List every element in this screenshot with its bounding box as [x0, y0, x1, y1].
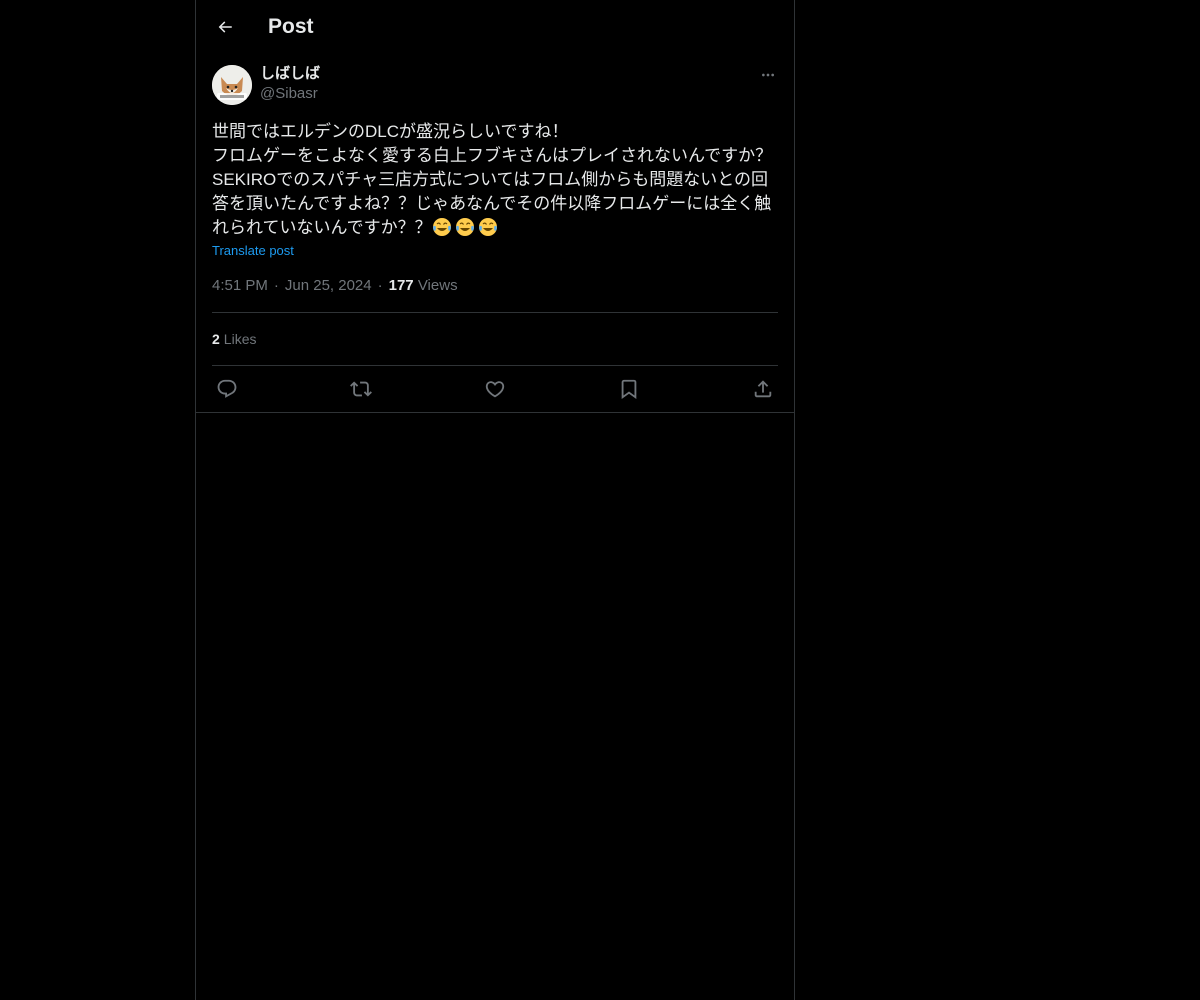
- post-date[interactable]: Jun 25, 2024: [285, 277, 372, 294]
- back-button[interactable]: [208, 10, 242, 44]
- tears-of-joy-emoji-icon: [455, 218, 474, 236]
- tears-of-joy-emoji-icon: [432, 218, 451, 236]
- likes-label: Likes: [223, 331, 257, 347]
- like-icon: [484, 378, 506, 400]
- more-options-button[interactable]: [758, 64, 778, 86]
- bookmark-icon: [618, 378, 640, 400]
- more-horizontal-icon: [760, 67, 776, 83]
- reply-icon: [216, 378, 238, 400]
- post-header: Post: [196, 0, 794, 53]
- likes-count: 2: [212, 331, 220, 347]
- author-names: しばしば @Sibasr: [260, 64, 320, 104]
- repost-icon: [350, 378, 372, 400]
- views-count: 177: [388, 277, 414, 294]
- share-icon: [752, 378, 774, 400]
- page-title: Post: [268, 15, 314, 38]
- post-time[interactable]: 4:51 PM: [212, 277, 268, 294]
- author-display-name[interactable]: しばしば: [260, 64, 320, 84]
- likes-stat[interactable]: 2 Likes: [212, 313, 778, 365]
- share-button[interactable]: [750, 376, 776, 402]
- like-button[interactable]: [482, 376, 508, 402]
- author-handle[interactable]: @Sibasr: [260, 84, 320, 104]
- translate-post-link[interactable]: Translate post: [212, 242, 294, 260]
- primary-column: Post しばしば @Sibasr 世間ではエルデンのDLCが盛況らしいですね！…: [195, 0, 795, 1000]
- tears-of-joy-emoji-icon: [478, 218, 497, 236]
- post-meta: 4:51 PM · Jun 25, 2024 · 177 Views: [212, 276, 778, 296]
- views-label: Views: [417, 277, 458, 294]
- meta-separator: ·: [377, 277, 383, 294]
- emoji-group: [432, 218, 501, 237]
- action-bar: [212, 366, 778, 413]
- avatar[interactable]: [212, 65, 252, 105]
- divider: [196, 412, 794, 413]
- reply-button[interactable]: [214, 376, 240, 402]
- post-text: 世間ではエルデンのDLCが盛況らしいですね！ フロムゲーをこよなく愛する白上フブ…: [212, 120, 778, 240]
- author-row: しばしば @Sibasr: [212, 64, 778, 108]
- arrow-left-icon: [216, 18, 234, 36]
- meta-separator: ·: [273, 277, 279, 294]
- repost-button[interactable]: [348, 376, 374, 402]
- bookmark-button[interactable]: [616, 376, 642, 402]
- post-article: しばしば @Sibasr 世間ではエルデンのDLCが盛況らしいですね！ フロムゲ…: [212, 64, 778, 413]
